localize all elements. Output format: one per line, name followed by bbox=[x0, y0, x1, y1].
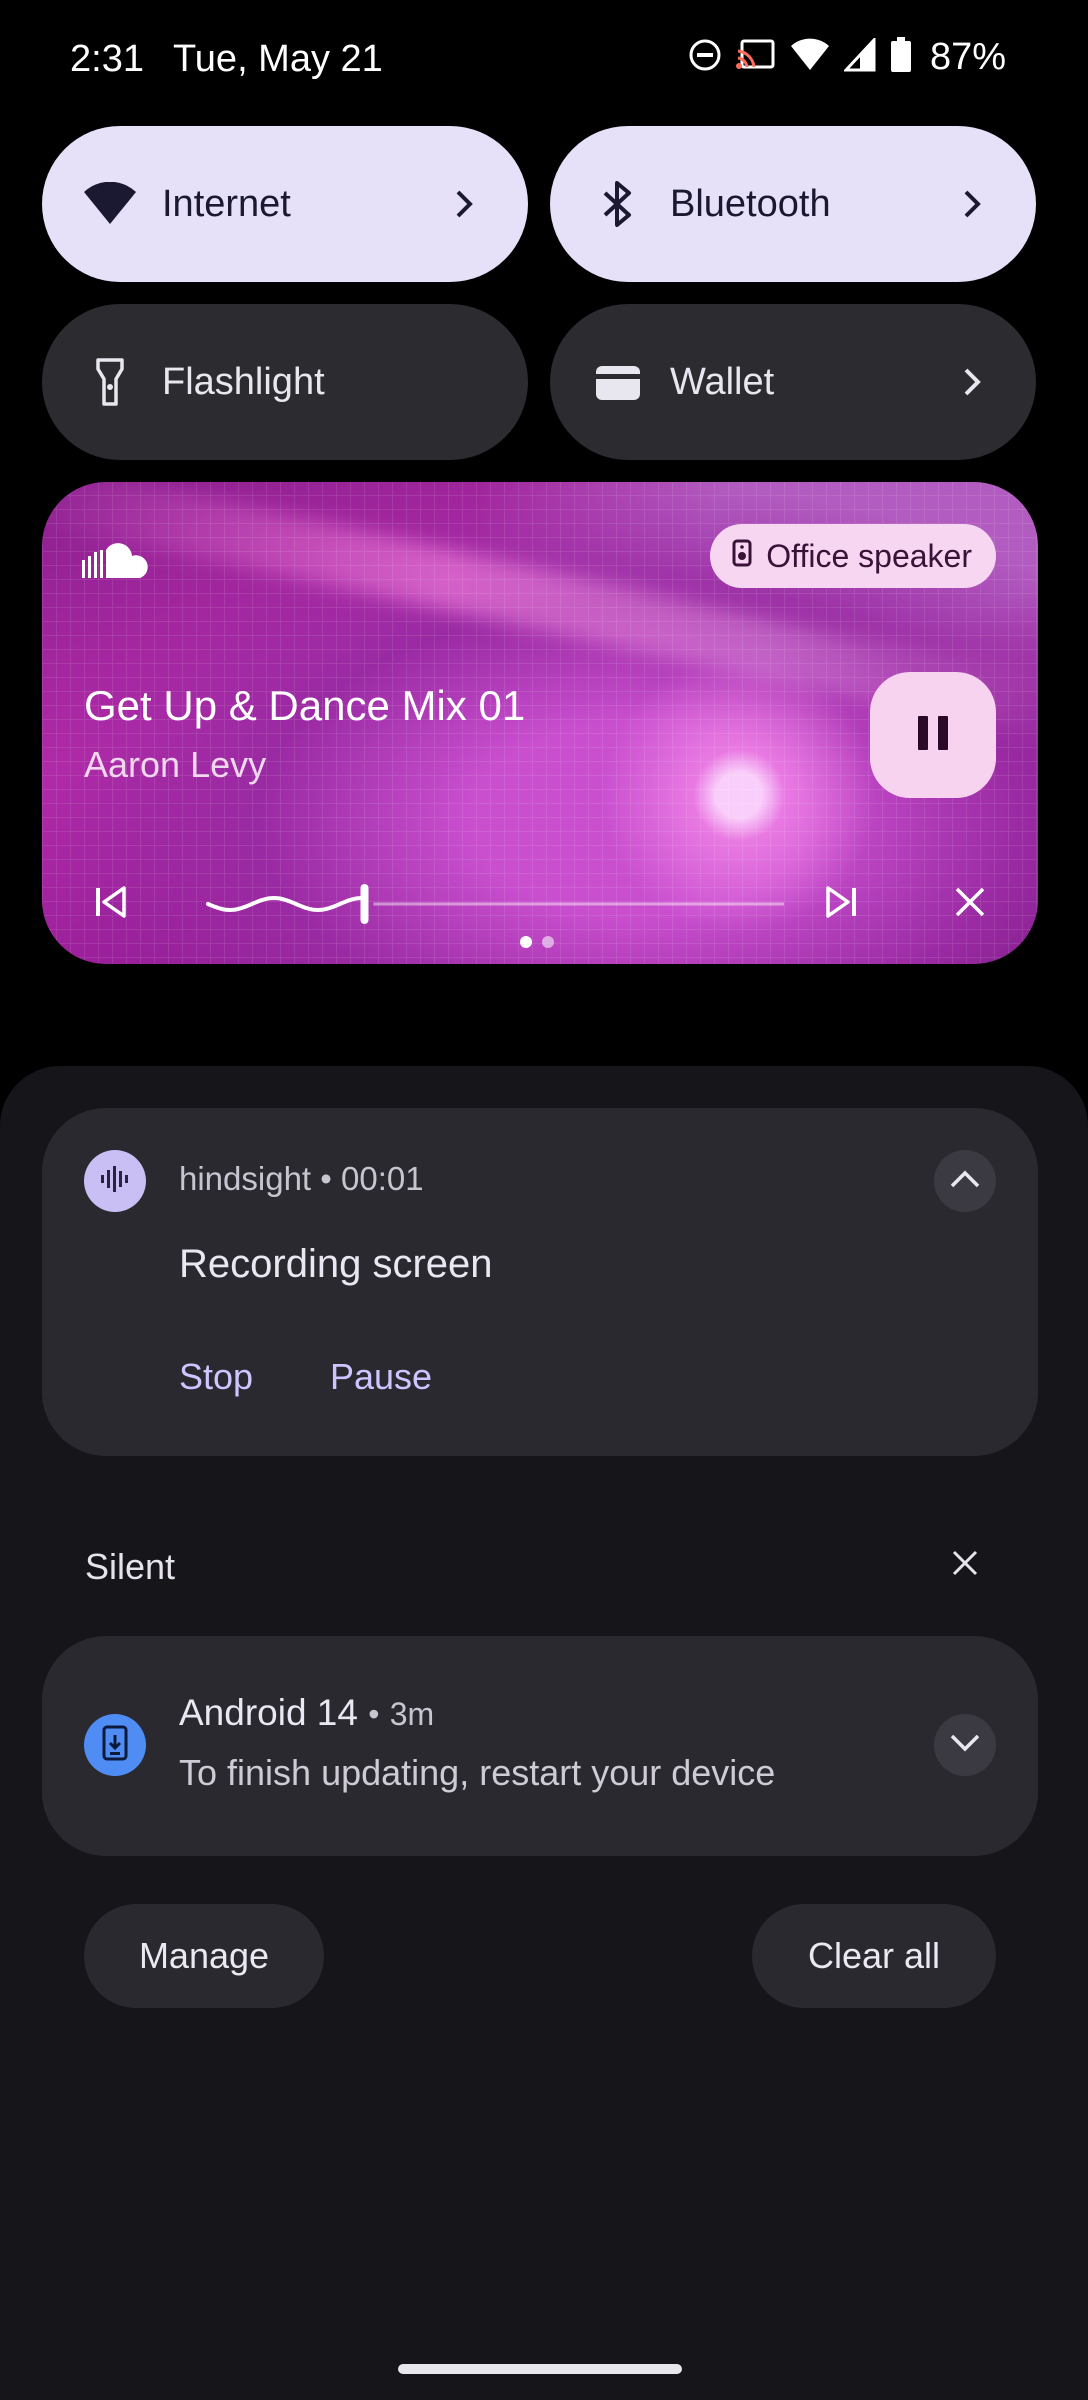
status-bar: 2:31 Tue, May 21 87% bbox=[0, 0, 1088, 120]
battery-icon bbox=[890, 37, 912, 78]
tile-wallet[interactable]: Wallet bbox=[550, 304, 1036, 460]
tile-label: Bluetooth bbox=[670, 182, 831, 225]
chevron-right-icon bbox=[952, 184, 992, 224]
hindsight-app-icon bbox=[84, 1150, 146, 1212]
media-player[interactable]: Office speaker Get Up & Dance Mix 01 Aar… bbox=[42, 482, 1038, 964]
dismiss-media-button[interactable] bbox=[944, 878, 996, 930]
tile-internet[interactable]: Internet bbox=[42, 126, 528, 282]
do-not-disturb-icon bbox=[688, 38, 722, 77]
seek-played-track bbox=[206, 895, 364, 913]
close-icon bbox=[953, 885, 987, 924]
cellular-icon bbox=[842, 36, 876, 77]
elapsed-time: 00:01 bbox=[341, 1160, 424, 1197]
clear-silent-button[interactable] bbox=[940, 1540, 990, 1590]
chevron-down-icon bbox=[949, 1733, 981, 1758]
collapse-button[interactable] bbox=[934, 1150, 996, 1212]
soundcloud-icon bbox=[82, 542, 152, 582]
speaker-icon bbox=[732, 538, 752, 575]
wifi-icon bbox=[82, 176, 138, 232]
header-separator: • bbox=[368, 1696, 380, 1732]
output-device-chip[interactable]: Office speaker bbox=[710, 524, 996, 588]
header-separator: • bbox=[320, 1160, 332, 1197]
pause-recording-button[interactable]: Pause bbox=[330, 1356, 432, 1398]
skip-next-icon bbox=[824, 884, 860, 925]
skip-next-button[interactable] bbox=[816, 878, 868, 930]
notification-title: Android 14 bbox=[179, 1692, 358, 1733]
system-update-notification[interactable]: Android 14 • 3m To finish updating, rest… bbox=[42, 1636, 1038, 1856]
output-device-label: Office speaker bbox=[766, 537, 972, 574]
status-date: Tue, May 21 bbox=[173, 38, 383, 80]
page-dot bbox=[542, 936, 554, 948]
page-dot-active bbox=[520, 936, 532, 948]
skip-previous-button[interactable] bbox=[84, 878, 136, 930]
seek-thumb[interactable] bbox=[360, 884, 369, 924]
system-update-icon bbox=[102, 1725, 128, 1766]
close-icon bbox=[951, 1549, 979, 1582]
audio-waveform-icon bbox=[99, 1164, 131, 1199]
status-icons: 87% bbox=[688, 36, 1006, 79]
tile-flashlight[interactable]: Flashlight bbox=[42, 304, 528, 460]
chevron-up-icon bbox=[949, 1169, 981, 1194]
stop-button[interactable]: Stop bbox=[179, 1356, 253, 1398]
bluetooth-icon bbox=[590, 176, 646, 232]
chevron-right-icon bbox=[952, 362, 992, 402]
notification-text: To finish updating, restart your device bbox=[179, 1752, 776, 1793]
flashlight-icon bbox=[82, 354, 138, 410]
tile-label: Flashlight bbox=[162, 360, 325, 403]
recording-notification[interactable]: hindsight • 00:01 Recording screen Stop … bbox=[42, 1108, 1038, 1456]
notification-title: Recording screen bbox=[179, 1242, 493, 1286]
track-title: Get Up & Dance Mix 01 bbox=[84, 682, 526, 729]
media-page-indicator bbox=[520, 936, 554, 948]
pause-button[interactable] bbox=[870, 672, 996, 798]
cast-icon bbox=[735, 38, 776, 77]
status-time: 2:31 bbox=[70, 38, 144, 80]
tile-bluetooth[interactable]: Bluetooth bbox=[550, 126, 1036, 282]
silent-section-label: Silent bbox=[85, 1546, 176, 1587]
notification-header: Android 14 • 3m bbox=[179, 1692, 434, 1734]
tile-label: Wallet bbox=[670, 360, 775, 403]
wallet-icon bbox=[590, 354, 646, 410]
expand-button[interactable] bbox=[934, 1714, 996, 1776]
system-update-app-icon bbox=[84, 1714, 146, 1776]
notification-time: 3m bbox=[389, 1696, 435, 1732]
track-artist: Aaron Levy bbox=[84, 744, 267, 785]
tile-label: Internet bbox=[162, 182, 291, 225]
manage-button[interactable]: Manage bbox=[84, 1904, 324, 2008]
notification-header: hindsight • 00:01 bbox=[179, 1160, 424, 1198]
seek-bar[interactable] bbox=[204, 878, 788, 930]
clear-all-button[interactable]: Clear all bbox=[752, 1904, 996, 2008]
wifi-icon bbox=[790, 38, 830, 77]
pause-icon bbox=[916, 714, 950, 757]
app-name: hindsight bbox=[179, 1160, 312, 1197]
battery-percent: 87% bbox=[929, 36, 1006, 78]
home-gesture-bar[interactable] bbox=[398, 2364, 682, 2374]
skip-previous-icon bbox=[92, 884, 128, 925]
chevron-right-icon bbox=[444, 184, 484, 224]
